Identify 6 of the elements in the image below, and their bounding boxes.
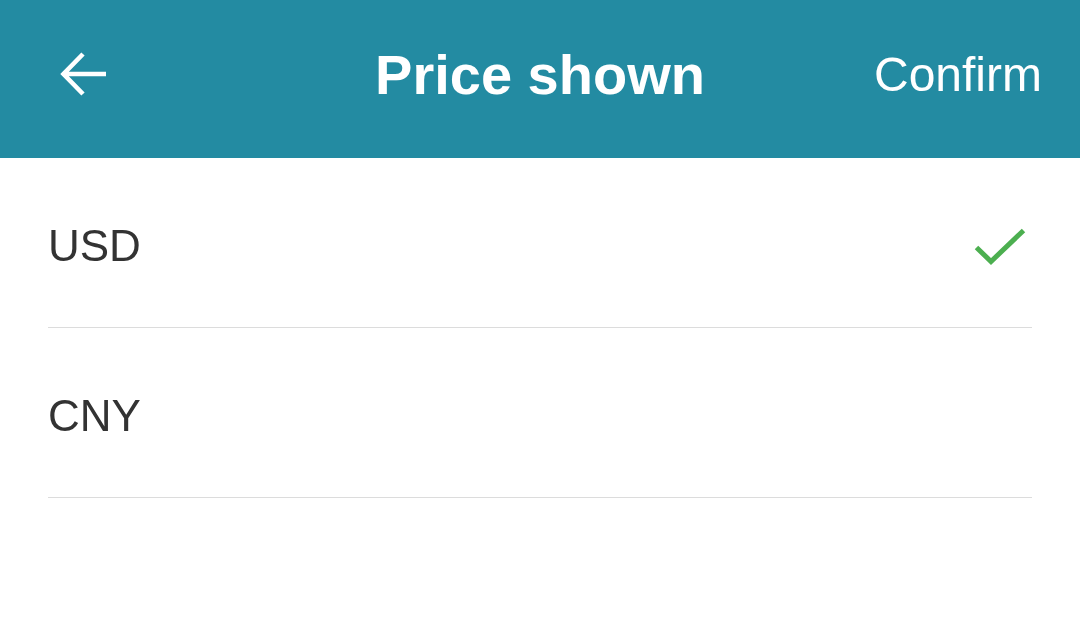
- back-arrow-icon: [60, 50, 108, 98]
- back-button[interactable]: [60, 50, 108, 98]
- screen-title: Price shown: [375, 47, 705, 103]
- currency-option[interactable]: CNY: [48, 328, 1032, 498]
- confirm-button[interactable]: Confirm: [873, 51, 1042, 99]
- currency-option[interactable]: USD: [48, 158, 1032, 328]
